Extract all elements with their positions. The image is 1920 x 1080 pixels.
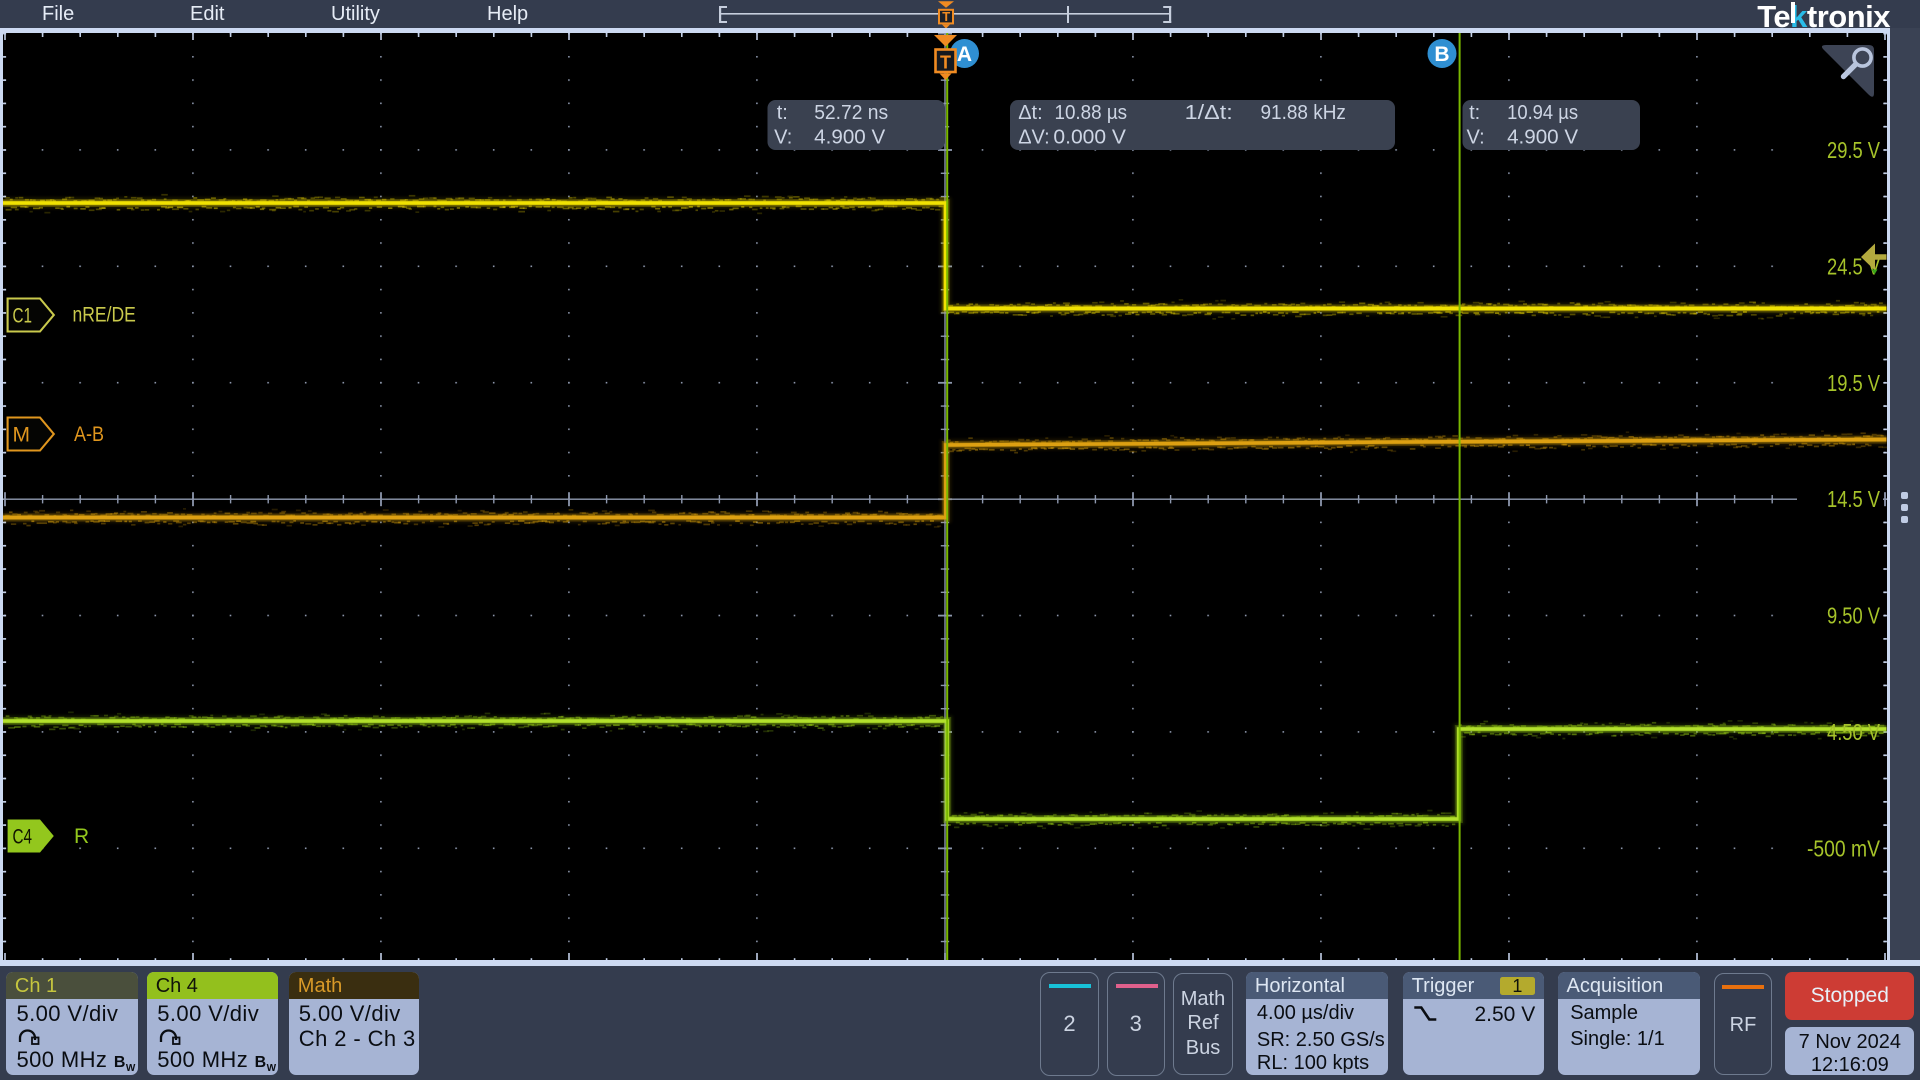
svg-text:14.5 V: 14.5 V — [1827, 486, 1881, 512]
svg-text:t:: t: — [777, 102, 788, 124]
svg-text:B: B — [1434, 43, 1449, 66]
svg-text:52.72 ns: 52.72 ns — [814, 102, 888, 124]
svg-text:Δt:: Δt: — [1018, 102, 1042, 124]
svg-text:A-B: A-B — [74, 423, 104, 446]
svg-text:0.000 V: 0.000 V — [1053, 126, 1126, 148]
svg-text:ΔV:: ΔV: — [1018, 126, 1050, 148]
svg-text:t:: t: — [1469, 102, 1480, 124]
svg-text:1/Δt:: 1/Δt: — [1185, 102, 1233, 124]
svg-text:T: T — [942, 9, 950, 24]
svg-text:T: T — [940, 53, 951, 73]
svg-text:V:: V: — [1467, 126, 1485, 148]
svg-text:nRE/DE: nRE/DE — [73, 304, 136, 327]
svg-text:M: M — [13, 424, 31, 447]
svg-text:19.5 V: 19.5 V — [1827, 370, 1881, 396]
svg-text:-500 mV: -500 mV — [1807, 835, 1881, 861]
svg-text:29.5 V: 29.5 V — [1827, 137, 1881, 163]
svg-text:R: R — [74, 825, 89, 848]
svg-text:V:: V: — [774, 126, 792, 148]
svg-text:C1: C1 — [13, 305, 33, 328]
svg-text:4.50 V: 4.50 V — [1827, 719, 1881, 745]
svg-text:10.94 µs: 10.94 µs — [1507, 102, 1578, 124]
svg-text:C4: C4 — [13, 826, 33, 849]
svg-text:4.900 V: 4.900 V — [814, 126, 886, 148]
svg-text:91.88 kHz: 91.88 kHz — [1261, 102, 1346, 124]
svg-text:A: A — [957, 43, 972, 66]
svg-text:10.88 µs: 10.88 µs — [1055, 102, 1128, 124]
svg-text:9.50 V: 9.50 V — [1827, 603, 1881, 629]
svg-text:4.900 V: 4.900 V — [1507, 126, 1579, 148]
